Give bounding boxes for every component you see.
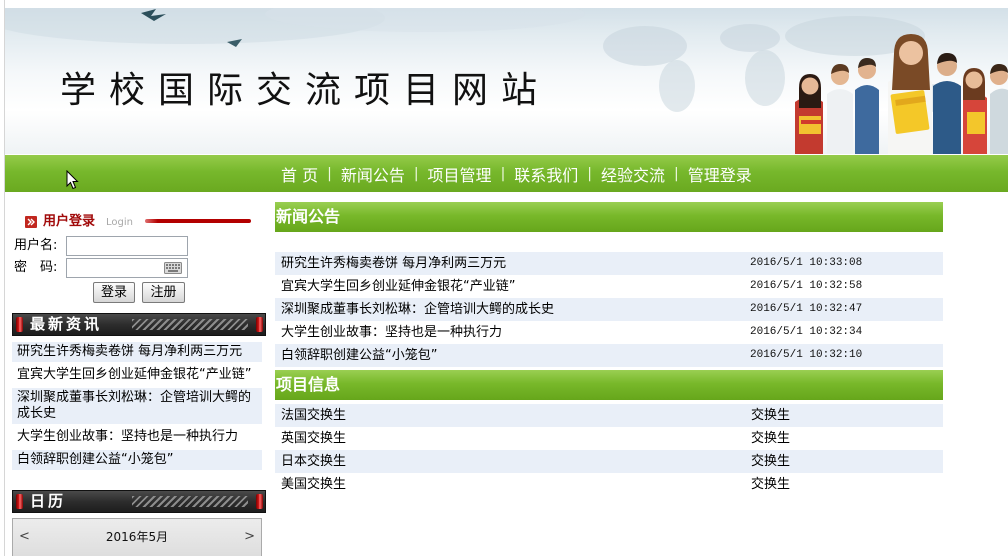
news-row: 深圳聚成董事长刘松琳：企管培训大鳄的成长史 2016/5/1 10:32:47 <box>275 298 943 321</box>
nav-separator: | <box>500 165 506 182</box>
login-title: 用户登录 <box>43 214 96 229</box>
latest-news-list: 研究生许秀梅卖卷饼 每月净利两三万元 宜宾大学生回乡创业延伸金银花“产业链” 深… <box>12 342 262 473</box>
news-title-link[interactable]: 白领辞职创建公益“小笼包” <box>281 344 437 367</box>
nav-separator: | <box>413 165 419 182</box>
project-type: 交换生 <box>751 454 791 469</box>
news-table: 研究生许秀梅卖卷饼 每月净利两三万元 2016/5/1 10:33:08 宜宾大… <box>275 252 943 367</box>
nav-item-news[interactable]: 新闻公告 <box>341 162 405 186</box>
login-subtitle: Login <box>106 217 133 228</box>
news-title-link[interactable]: 研究生许秀梅卖卷饼 每月净利两三万元 <box>281 252 506 275</box>
mouse-pointer-icon <box>66 170 79 190</box>
header-stripes <box>132 496 248 507</box>
project-type: 交换生 <box>751 431 791 446</box>
login-header-rule <box>145 219 251 223</box>
latest-news-title: 最新资讯 <box>30 315 103 333</box>
nav-item-admin-login[interactable]: 管理登录 <box>688 162 752 186</box>
username-label: 用户名: <box>14 238 58 253</box>
site-banner: 学校国际交流项目网站 <box>5 8 1008 154</box>
latest-news-item[interactable]: 白领辞职创建公益“小笼包” <box>12 450 262 470</box>
nav-item-experience[interactable]: 经验交流 <box>601 162 665 186</box>
project-name-link[interactable]: 英国交换生 <box>281 427 346 450</box>
news-row: 大学生创业故事：坚持也是一种执行力 2016/5/1 10:32:34 <box>275 321 943 344</box>
project-type: 交换生 <box>751 408 791 423</box>
main-nav: 首 页 | 新闻公告 | 项目管理 | 联系我们 | 经验交流 | 管理登录 <box>5 155 1008 192</box>
project-name-link[interactable]: 美国交换生 <box>281 473 346 496</box>
news-time: 2016/5/1 10:32:58 <box>750 280 863 292</box>
latest-news-item[interactable]: 宜宾大学生回乡创业延伸金银花“产业链” <box>12 365 262 385</box>
project-row: 美国交换生 交换生 <box>275 473 943 496</box>
red-bullet-icon <box>256 317 263 332</box>
nav-separator: | <box>327 165 332 182</box>
nav-item-contact[interactable]: 联系我们 <box>514 162 578 186</box>
project-row: 法国交换生 交换生 <box>275 404 943 427</box>
site-title: 学校国际交流项目网站 <box>60 70 551 111</box>
projects-table: 法国交换生 交换生 英国交换生 交换生 日本交换生 交换生 美国交换生 交换生 <box>275 404 943 496</box>
news-time: 2016/5/1 10:33:08 <box>750 257 863 269</box>
news-time: 2016/5/1 10:32:47 <box>750 303 863 315</box>
project-type: 交换生 <box>751 477 791 492</box>
login-button[interactable]: 登录 <box>93 282 135 303</box>
latest-news-item[interactable]: 研究生许秀梅卖卷饼 每月净利两三万元 <box>12 342 262 362</box>
news-title-link[interactable]: 宜宾大学生回乡创业延伸金银花“产业链” <box>281 275 515 298</box>
nav-items: 首 页 | 新闻公告 | 项目管理 | 联系我们 | 经验交流 | 管理登录 <box>281 155 752 192</box>
news-row: 白领辞职创建公益“小笼包” 2016/5/1 10:32:10 <box>275 344 943 367</box>
project-name-link[interactable]: 日本交换生 <box>281 450 346 473</box>
news-section-header: 新闻公告 <box>275 202 943 232</box>
latest-news-item[interactable]: 深圳聚成董事长刘松琳：企管培训大鳄的成长史 <box>12 388 262 424</box>
news-time: 2016/5/1 10:32:34 <box>750 326 863 338</box>
projects-section-header: 项目信息 <box>275 370 943 400</box>
red-bullet-icon <box>256 494 263 509</box>
header-stripes <box>132 319 248 330</box>
register-button[interactable]: 注册 <box>142 282 185 303</box>
page: 学校国际交流项目网站 首 页 | 新闻公告 | 项目管理 | 联系我们 | 经验… <box>0 0 1008 556</box>
keyboard-icon[interactable] <box>164 262 182 274</box>
username-input[interactable] <box>66 236 188 256</box>
calendar-prev-month[interactable]: < <box>19 519 30 555</box>
news-row: 研究生许秀梅卖卷饼 每月净利两三万元 2016/5/1 10:33:08 <box>275 252 943 275</box>
calendar-next-month[interactable]: > <box>244 519 255 555</box>
calendar-header: 日历 <box>12 490 266 513</box>
news-title-link[interactable]: 大学生创业故事：坚持也是一种执行力 <box>281 321 502 344</box>
calendar-month-header: < 2016年5月 > <box>13 519 261 555</box>
calendar-title: 日历 <box>30 492 67 510</box>
red-bullet-icon <box>16 317 23 332</box>
news-row: 宜宾大学生回乡创业延伸金银花“产业链” 2016/5/1 10:32:58 <box>275 275 943 298</box>
nav-item-projects[interactable]: 项目管理 <box>428 162 492 186</box>
project-name-link[interactable]: 法国交换生 <box>281 404 346 427</box>
arrow-right-icon <box>25 216 37 228</box>
red-bullet-icon <box>16 494 23 509</box>
news-time: 2016/5/1 10:32:10 <box>750 349 863 361</box>
project-row: 英国交换生 交换生 <box>275 427 943 450</box>
news-title-link[interactable]: 深圳聚成董事长刘松琳：企管培训大鳄的成长史 <box>281 298 554 321</box>
calendar-month-label: 2016年5月 <box>105 530 169 544</box>
calendar-widget: < 2016年5月 > <box>12 518 262 556</box>
latest-news-header: 最新资讯 <box>12 313 266 336</box>
nav-separator: | <box>587 165 593 182</box>
nav-separator: | <box>674 165 679 182</box>
students-photo <box>795 34 1008 154</box>
latest-news-item[interactable]: 大学生创业故事：坚持也是一种执行力 <box>12 427 262 447</box>
password-label: 密 码: <box>14 260 58 275</box>
nav-item-home[interactable]: 首 页 <box>281 162 318 186</box>
project-row: 日本交换生 交换生 <box>275 450 943 473</box>
